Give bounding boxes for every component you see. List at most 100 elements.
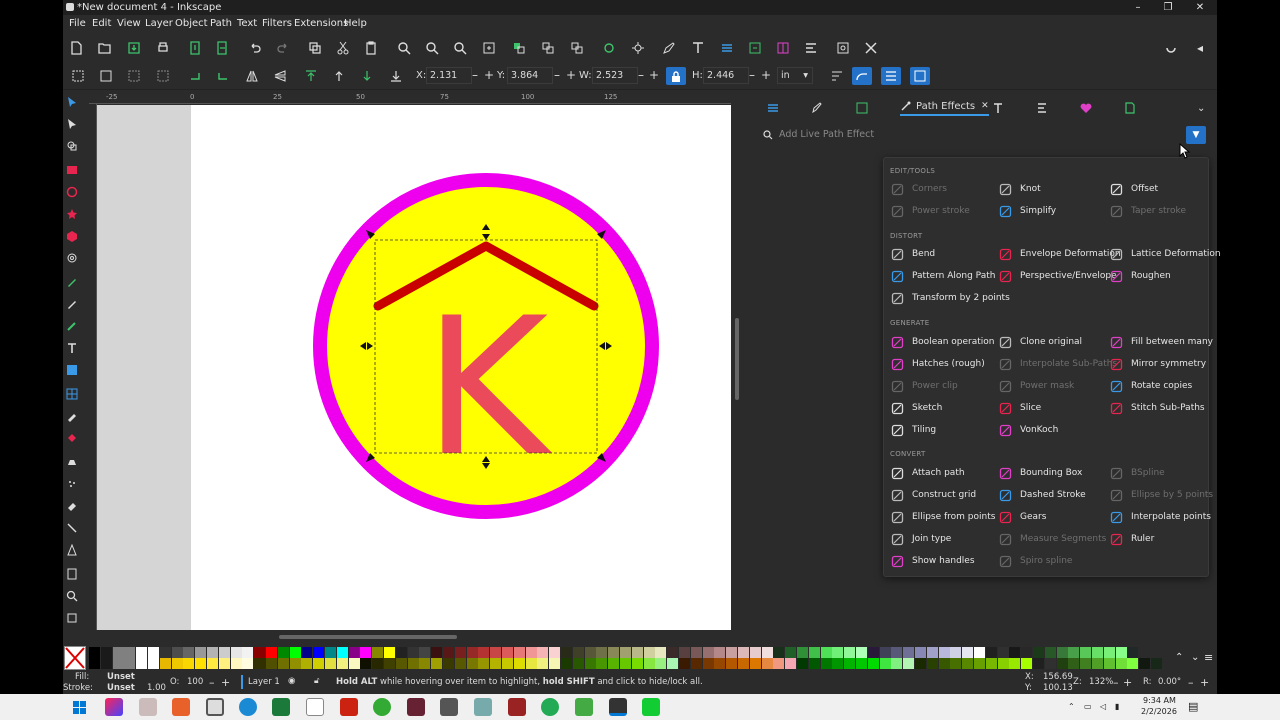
color-swatch[interactable] xyxy=(360,647,372,658)
effect-taper-stroke[interactable]: Taper stroke xyxy=(1109,203,1186,219)
clone-icon[interactable] xyxy=(569,40,585,56)
color-swatch[interactable] xyxy=(336,658,348,669)
tab-fill-stroke[interactable] xyxy=(1080,100,1092,116)
y-increment[interactable]: + xyxy=(566,68,576,82)
color-swatch[interactable] xyxy=(348,647,360,658)
color-swatch[interactable] xyxy=(431,658,443,669)
effect-ruler[interactable]: Ruler xyxy=(1109,531,1154,547)
color-swatch[interactable] xyxy=(608,658,620,669)
color-swatch[interactable] xyxy=(903,658,915,669)
move-patterns-toggle[interactable] xyxy=(910,67,930,85)
color-swatch[interactable] xyxy=(867,658,879,669)
color-swatch[interactable] xyxy=(1056,658,1068,669)
c-app-icon[interactable] xyxy=(541,698,559,716)
palette-menu-icon[interactable]: ≡ xyxy=(1204,651,1213,664)
color-swatch[interactable] xyxy=(808,647,820,658)
color-swatch[interactable] xyxy=(372,658,384,669)
tab-export[interactable] xyxy=(1124,100,1136,116)
color-swatch[interactable] xyxy=(584,658,596,669)
color-swatch[interactable] xyxy=(171,647,183,658)
color-swatch[interactable] xyxy=(549,647,561,658)
print-icon[interactable] xyxy=(155,40,171,56)
red-app-icon[interactable] xyxy=(340,698,358,716)
eraser-tool-icon[interactable] xyxy=(65,499,79,513)
color-swatch[interactable] xyxy=(584,647,596,658)
color-swatch[interactable] xyxy=(360,658,372,669)
zoom-tool-icon[interactable] xyxy=(65,589,79,603)
color-swatch[interactable] xyxy=(572,647,584,658)
cut-icon[interactable] xyxy=(335,40,351,56)
effect-power-mask[interactable]: Power mask xyxy=(998,378,1074,394)
mesh-tool-icon[interactable] xyxy=(65,387,79,401)
add-path-effect-search[interactable]: Add Live Path Effect xyxy=(761,126,1201,144)
color-swatch[interactable] xyxy=(112,647,124,658)
new-document-icon[interactable] xyxy=(68,40,84,56)
color-swatch[interactable] xyxy=(490,658,502,669)
group-icon[interactable] xyxy=(511,40,527,56)
minimize-button[interactable]: – xyxy=(1123,0,1153,15)
color-swatch[interactable] xyxy=(183,658,195,669)
visibility-eye-icon[interactable]: ◉ xyxy=(288,676,295,686)
color-swatch[interactable] xyxy=(454,658,466,669)
menu-object[interactable]: Object xyxy=(175,15,208,33)
w-decrement[interactable]: – xyxy=(638,68,644,82)
current-layer[interactable]: Layer 1 xyxy=(248,677,280,687)
color-swatch[interactable] xyxy=(926,647,938,658)
color-swatch[interactable] xyxy=(1056,647,1068,658)
gradient-tool-icon[interactable] xyxy=(65,363,79,377)
vertical-ruler[interactable] xyxy=(89,104,97,630)
effect-gears[interactable]: Gears xyxy=(998,509,1046,525)
color-swatch[interactable] xyxy=(384,647,395,658)
menu-text[interactable]: Text xyxy=(237,15,257,33)
effect-knot[interactable]: Knot xyxy=(998,181,1041,197)
color-swatch[interactable] xyxy=(313,647,325,658)
color-swatch[interactable] xyxy=(254,658,266,669)
green-app-icon[interactable] xyxy=(272,698,290,716)
effect-clone-original[interactable]: Clone original xyxy=(998,334,1082,350)
tab-xml[interactable] xyxy=(856,100,868,116)
dropper-tool-icon[interactable] xyxy=(65,409,79,423)
fill-stroke-icon[interactable] xyxy=(775,40,791,56)
color-swatch[interactable] xyxy=(266,658,277,669)
color-swatch[interactable] xyxy=(277,647,289,658)
color-swatch[interactable] xyxy=(808,658,820,669)
zoom-selection-icon[interactable] xyxy=(396,40,412,56)
color-swatch[interactable] xyxy=(738,658,749,669)
color-swatch[interactable] xyxy=(702,647,714,658)
color-swatch[interactable] xyxy=(702,658,714,669)
lock-icon[interactable]: 🔓︎ xyxy=(314,676,320,686)
color-swatch[interactable] xyxy=(643,658,655,669)
star-tool-icon[interactable] xyxy=(65,207,79,221)
color-swatch[interactable] xyxy=(679,647,690,658)
color-swatch[interactable] xyxy=(915,658,926,669)
effect-measure-segments[interactable]: Measure Segments xyxy=(998,531,1106,547)
raise-icon[interactable] xyxy=(331,68,347,84)
color-swatch[interactable] xyxy=(336,647,348,658)
color-swatch[interactable] xyxy=(136,647,148,658)
color-swatch[interactable] xyxy=(679,658,690,669)
nodes-icon[interactable] xyxy=(601,40,617,56)
effect-ellipse-by-5-points[interactable]: Ellipse by 5 points xyxy=(1109,487,1213,503)
color-swatch[interactable] xyxy=(844,647,856,658)
color-swatch[interactable] xyxy=(561,647,572,658)
color-swatch[interactable] xyxy=(490,647,502,658)
import-icon[interactable] xyxy=(187,40,203,56)
effect-stitch-sub-paths[interactable]: Stitch Sub-Paths xyxy=(1109,400,1205,416)
color-swatch[interactable] xyxy=(183,647,195,658)
node-tool-icon[interactable] xyxy=(65,117,79,131)
color-swatch[interactable] xyxy=(1033,647,1044,658)
color-swatch[interactable] xyxy=(761,647,773,658)
color-swatch[interactable] xyxy=(443,647,454,658)
deselect-icon[interactable] xyxy=(126,68,142,84)
copy-icon[interactable] xyxy=(307,40,323,56)
ungroup-icon[interactable] xyxy=(540,40,556,56)
color-swatch[interactable] xyxy=(797,647,808,658)
raise-to-top-icon[interactable] xyxy=(303,68,319,84)
effect-boolean-operation[interactable]: Boolean operation xyxy=(890,334,995,350)
color-swatch[interactable] xyxy=(195,647,207,658)
color-swatch[interactable] xyxy=(985,658,997,669)
text-tool-top-icon[interactable] xyxy=(690,40,706,56)
effect-hatches-rough[interactable]: Hatches (rough) xyxy=(890,356,985,372)
unit-select[interactable]: in ▾ xyxy=(777,67,813,84)
color-swatch[interactable] xyxy=(419,647,431,658)
